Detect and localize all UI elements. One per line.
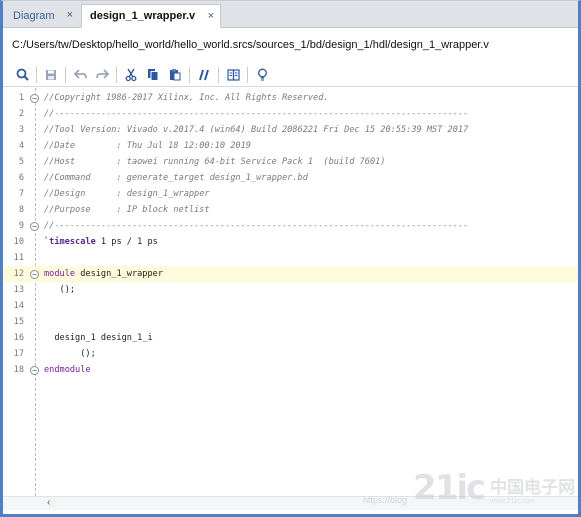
copy-icon[interactable] [142,65,164,85]
watermark-cn: 中国电子网 www.21ic.com [490,473,575,505]
code-text: //Date : Thu Jul 18 12:00:10 2019 [44,141,251,151]
line-number: 1 [18,93,24,103]
tab-bar: Diagram × design_1_wrapper.v × [3,1,578,28]
cut-icon[interactable] [120,65,142,85]
line-number: 11 [13,253,24,263]
code-line[interactable]: 15 [3,314,578,330]
toolbar-divider [247,66,248,83]
line-number: 6 [18,173,24,183]
line-number: 13 [13,285,24,295]
paste-icon[interactable] [164,65,186,85]
code-line[interactable]: 17 (); [3,346,578,362]
fold-toggle-icon[interactable]: − [30,365,39,375]
code-line[interactable]: 12− module design_1_wrapper [3,266,578,282]
code-editor[interactable]: 1−//Copyright 1986-2017 Xilinx, Inc. All… [3,88,578,496]
toolbar-divider [36,66,37,83]
close-icon[interactable]: × [208,10,214,22]
code-line[interactable]: 8 //Purpose : IP block netlist [3,202,578,218]
watermark-cn-url: www.21ic.com [490,498,535,505]
code-text: //--------------------------------------… [44,109,469,119]
code-line[interactable]: 16 design_1 design_1_i [3,330,578,346]
editor-window: Diagram × design_1_wrapper.v × C:/Users/… [0,0,581,517]
code-line[interactable]: 10 `timescale 1 ps / 1 ps [3,234,578,250]
editor-toolbar [3,63,578,87]
line-number: 9 [18,221,24,231]
toolbar-divider [189,66,190,83]
columns-icon[interactable] [222,65,244,85]
comment-icon[interactable] [193,65,215,85]
fold-toggle-icon[interactable]: − [30,93,39,103]
code-line[interactable]: 3 //Tool Version: Vivado v.2017.4 (win64)… [3,122,578,138]
code-line[interactable]: 9−//------------------------------------… [3,218,578,234]
tab-diagram[interactable]: Diagram × [5,4,79,28]
code-text: //--------------------------------------… [44,221,469,231]
code-text: (); [44,285,76,295]
watermark-url: https://blog [363,495,408,505]
code-text: (); [44,349,96,359]
line-number: 2 [18,109,24,119]
code-line[interactable]: 13 (); [3,282,578,298]
code-text: //Design : design_1_wrapper [44,189,210,199]
fold-toggle-icon[interactable]: − [30,269,39,279]
line-number: 14 [13,301,24,311]
code-text: //Copyright 1986-2017 Xilinx, Inc. All R… [44,93,329,103]
code-line[interactable]: 7 //Design : design_1_wrapper [3,186,578,202]
toolbar-divider [65,66,66,83]
line-number: 17 [13,349,24,359]
watermark: https://blog 21ic 中国电子网 www.21ic.com [363,471,575,505]
redo-icon[interactable] [91,65,113,85]
line-number: 12 [13,269,24,279]
code-text: `timescale 1 ps / 1 ps [44,237,158,247]
line-number: 18 [13,365,24,375]
watermark-logo: 21ic [413,468,486,508]
fold-toggle-icon[interactable]: − [30,221,39,231]
scroll-left-icon[interactable]: ‹ [47,497,50,508]
close-icon[interactable]: × [67,9,73,21]
code-line[interactable]: 2 //-------------------------------------… [3,106,578,122]
code-line[interactable]: 11 [3,250,578,266]
code-line[interactable]: 14 [3,298,578,314]
line-number: 4 [18,141,24,151]
code-line[interactable]: 18− endmodule [3,362,578,378]
save-icon[interactable] [40,65,62,85]
code-line[interactable]: 4 //Date : Thu Jul 18 12:00:10 2019 [3,138,578,154]
search-icon[interactable] [11,65,33,85]
watermark-cn-title: 中国电子网 [490,478,576,497]
code-line[interactable]: 1−//Copyright 1986-2017 Xilinx, Inc. All… [3,90,578,106]
code-text: endmodule [44,365,91,375]
lightbulb-icon[interactable] [251,65,273,85]
file-path: C:/Users/tw/Desktop/hello_world/hello_wo… [3,29,578,61]
code-line[interactable]: 6 //Command : generate_target design_1_wr… [3,170,578,186]
line-number: 10 [13,237,24,247]
tab-design-1-wrapper-label: design_1_wrapper.v [90,10,196,22]
line-number: 8 [18,205,24,215]
line-number: 15 [13,317,24,327]
line-number: 3 [18,125,24,135]
tab-diagram-label: Diagram [13,10,55,22]
code-text: module design_1_wrapper [44,269,164,279]
toolbar-divider [218,66,219,83]
line-number: 5 [18,157,24,167]
code-text: //Command : generate_target design_1_wra… [44,173,308,183]
toolbar-divider [116,66,117,83]
code-text: design_1 design_1_i [44,333,153,343]
code-line[interactable]: 5 //Host : taowei running 64-bit Service … [3,154,578,170]
line-number: 7 [18,189,24,199]
undo-icon[interactable] [69,65,91,85]
tab-design-1-wrapper[interactable]: design_1_wrapper.v × [81,4,221,28]
line-number: 16 [13,333,24,343]
code-text: //Tool Version: Vivado v.2017.4 (win64) … [44,125,469,135]
code-text: //Purpose : IP block netlist [44,205,210,215]
code-text: //Host : taowei running 64-bit Service P… [44,157,386,167]
